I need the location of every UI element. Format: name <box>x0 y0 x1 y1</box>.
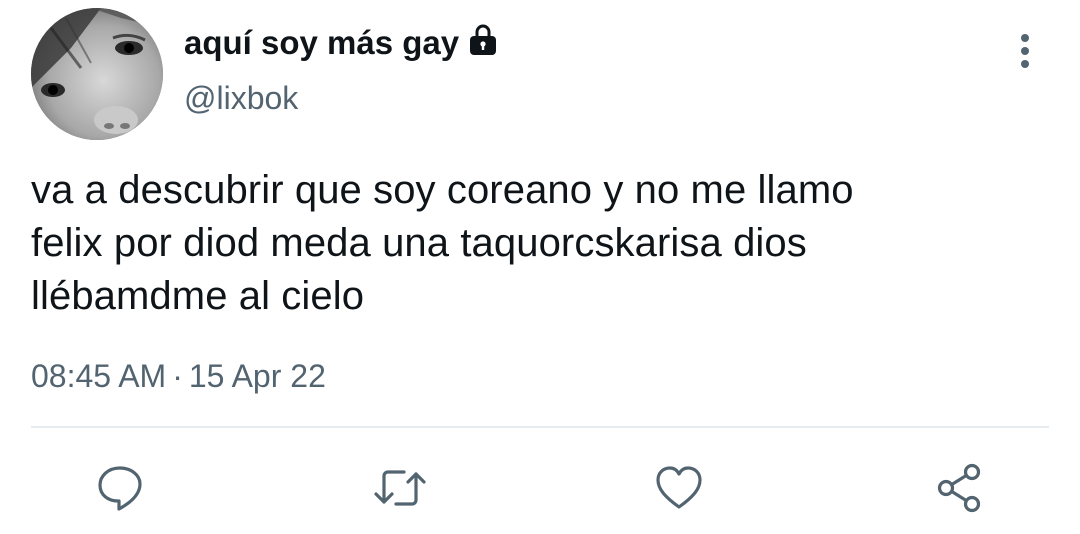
share-button[interactable] <box>930 458 990 518</box>
reply-button[interactable] <box>90 458 150 518</box>
retweet-icon <box>374 470 426 506</box>
reply-icon <box>98 466 142 511</box>
tweet-time: 08:45 AM <box>31 358 167 394</box>
lock-icon <box>466 23 500 57</box>
tweet-text: va a descubrir que soy coreano y no me l… <box>31 168 854 318</box>
retweet-button[interactable] <box>370 458 430 518</box>
avatar-photo <box>31 8 163 140</box>
author-name-row[interactable]: aquí soy más gay <box>184 24 500 62</box>
share-icon <box>937 463 981 513</box>
avatar[interactable] <box>31 8 163 140</box>
tweet-timestamp[interactable]: 08:45 AM · 15 Apr 22 <box>31 358 326 395</box>
display-name[interactable]: aquí soy más gay <box>184 24 459 62</box>
author-handle[interactable]: @lixbok <box>184 80 298 117</box>
like-button[interactable] <box>649 458 709 518</box>
like-icon <box>656 466 702 509</box>
meta-separator: · <box>172 358 183 394</box>
tweet-date: 15 Apr 22 <box>188 358 326 394</box>
divider <box>31 426 1049 428</box>
more-options-icon[interactable] <box>1010 30 1040 72</box>
